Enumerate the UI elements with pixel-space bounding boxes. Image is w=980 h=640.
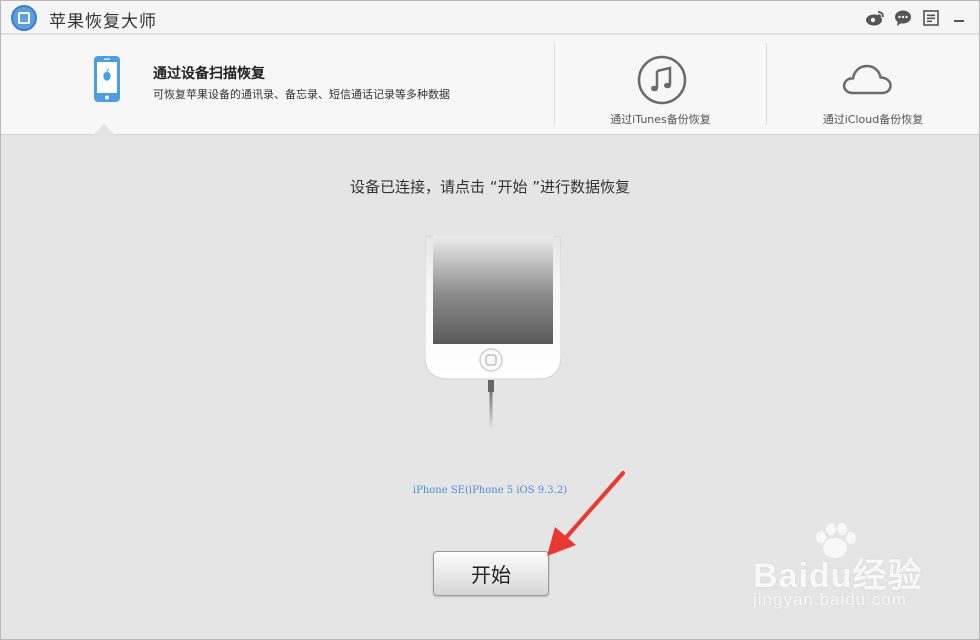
app-window: 苹果恢复大师 通过设备扫描恢复 可恢复苹果设备的通讯录、备忘录、短信通话记录等多… <box>0 0 980 640</box>
app-title: 苹果恢复大师 <box>49 12 157 32</box>
itunes-music-icon <box>637 55 687 105</box>
phone-icon <box>93 55 121 103</box>
baidu-watermark: Baidu经验 jingyan.baidu.com <box>753 521 963 621</box>
tab-device-scan-title: 通过设备扫描恢复 <box>153 66 265 82</box>
weibo-icon[interactable] <box>865 8 885 28</box>
iphone-illustration <box>424 235 562 430</box>
mode-tab-bar: 通过设备扫描恢复 可恢复苹果设备的通讯录、备忘录、短信通话记录等多种数据 通过i… <box>1 35 979 135</box>
tab-itunes-backup[interactable]: 通过iTunes备份恢复 <box>555 35 766 135</box>
tab-icloud-label: 通过iCloud备份恢复 <box>822 113 924 126</box>
connection-status-message: 设备已连接，请点击 “开始 ”进行数据恢复 <box>349 178 631 196</box>
watermark-url: jingyan.baidu.com <box>753 590 908 609</box>
annotation-arrow <box>541 471 631 561</box>
tab-device-scan-description: 可恢复苹果设备的通讯录、备忘录、短信通话记录等多种数据 <box>153 88 450 101</box>
chat-icon[interactable] <box>893 8 913 28</box>
start-button[interactable]: 开始 <box>433 551 549 596</box>
title-bar-controls <box>865 8 969 28</box>
tab-device-scan[interactable]: 通过设备扫描恢复 可恢复苹果设备的通讯录、备忘录、短信通话记录等多种数据 <box>1 35 554 135</box>
minimize-icon[interactable] <box>949 8 969 28</box>
tab-itunes-label: 通过iTunes备份恢复 <box>610 113 711 126</box>
cloud-icon <box>841 61 893 97</box>
device-model-label: iPhone SE(iPhone 5 iOS 9.3.2) <box>412 485 568 496</box>
title-bar: 苹果恢复大师 <box>1 1 979 34</box>
tab-icloud-backup[interactable]: 通过iCloud备份恢复 <box>767 35 979 135</box>
active-tab-pointer <box>93 124 115 135</box>
menu-icon[interactable] <box>921 8 941 28</box>
app-logo-icon <box>11 5 37 31</box>
